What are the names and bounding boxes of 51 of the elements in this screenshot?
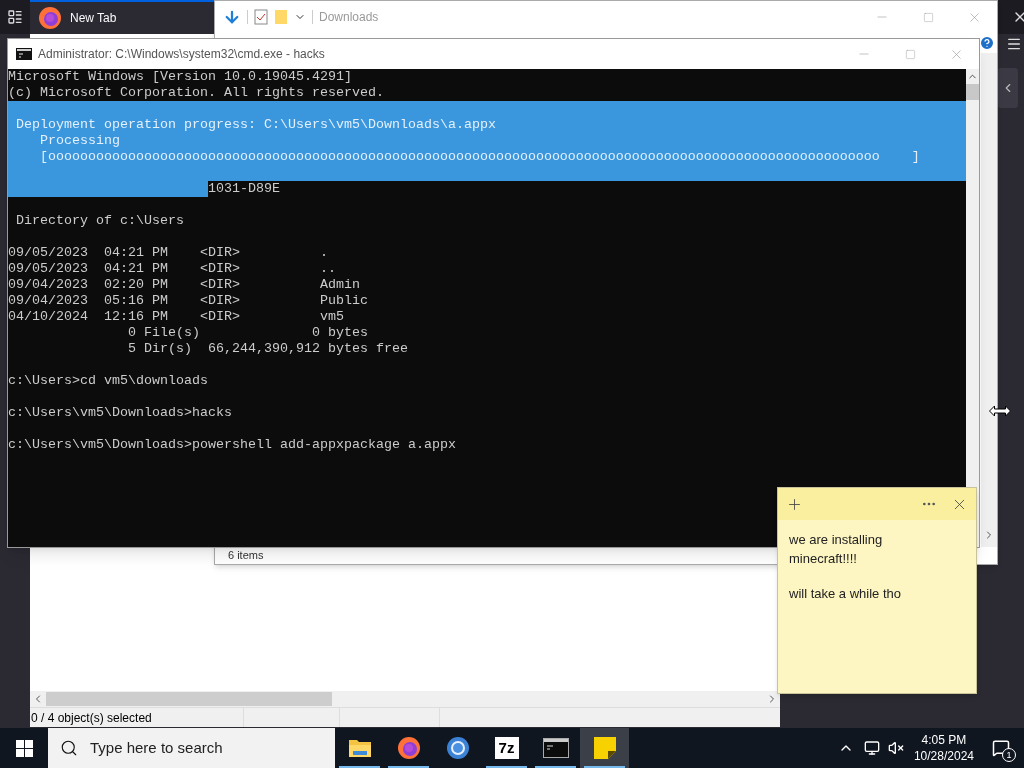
console-line: 09/05/2023 04:21 PM <DIR> .. <box>8 261 337 277</box>
window-title: Administrator: C:\Windows\system32\cmd.exe - hacks <box>38 46 325 63</box>
console-line: 09/04/2023 05:16 PM <DIR> Public <box>8 293 369 309</box>
console-line: 04/10/2024 12:16 PM <DIR> vm5 <box>8 309 345 325</box>
scrollbar-thumb[interactable] <box>966 84 979 100</box>
search-field[interactable]: Type here to search <box>48 728 335 768</box>
terminal-icon <box>542 738 569 758</box>
clock[interactable]: 4:05 PM 10/28/2024 <box>913 732 974 764</box>
firefox-icon <box>396 736 421 760</box>
menu-icon[interactable] <box>1006 36 1022 52</box>
vertical-scrollbar[interactable] <box>981 53 997 547</box>
window-title: Downloads <box>319 9 379 26</box>
sticky-note-icon <box>592 736 617 760</box>
progress-status: Processing <box>39 133 121 149</box>
archiver-icon: 7z <box>494 737 519 759</box>
properties-icon[interactable] <box>254 9 268 25</box>
browser-tab[interactable]: New Tab <box>30 0 214 34</box>
item-count: 6 items <box>228 548 264 564</box>
search-icon <box>60 739 78 757</box>
chrome-icon <box>445 736 470 760</box>
console-line: 09/05/2023 04:21 PM <DIR> . <box>8 245 329 261</box>
console-line: c:\Users>cd vm5\downloads <box>8 373 209 389</box>
console-line: Microsoft Windows [Version 10.0.19045.4291] <box>8 69 353 85</box>
console-line: Directory of c:\Users <box>15 213 185 229</box>
progress-heading: Deployment operation progress: C:\Users\vm5\Downloads\a.appx <box>15 117 497 133</box>
help-icon[interactable] <box>979 35 995 51</box>
console-icon <box>16 48 32 60</box>
console-line: 0 File(s) 0 bytes <box>126 325 369 341</box>
scrollbar-thumb[interactable] <box>46 692 332 706</box>
tab-list-icon[interactable] <box>7 9 23 25</box>
console-line: (c) Microsoft Corporation. All rights reserved. <box>8 85 385 101</box>
folder-icon <box>347 738 372 758</box>
selection-status: 0 / 4 object(s) selected <box>30 708 244 727</box>
message-icon <box>992 739 1010 757</box>
horizontal-scrollbar[interactable] <box>30 691 780 707</box>
console-line: c:\Users\vm5\Downloads>powershell add-appxpackage a.appx <box>8 437 457 453</box>
console-line: 1031-D89E <box>208 181 280 197</box>
volume-muted-icon[interactable] <box>887 740 904 756</box>
note-text[interactable]: will take a while tho <box>789 584 932 603</box>
taskbar-app[interactable]: 7z <box>482 728 531 768</box>
console-line: c:\Users\vm5\Downloads>hacks <box>8 405 233 421</box>
console-line: 5 Dir(s) 66,244,390,912 bytes free <box>126 341 409 357</box>
notification-button[interactable]: 1 <box>986 728 1016 768</box>
firefox-icon <box>38 6 62 30</box>
taskbar-app[interactable] <box>580 728 629 768</box>
windows-logo-icon[interactable] <box>15 739 33 757</box>
download-icon[interactable] <box>223 8 241 26</box>
note-text[interactable]: we are installing minecraft!!!! <box>789 530 932 568</box>
network-icon[interactable] <box>863 740 880 756</box>
console-line: 09/04/2023 02:20 PM <DIR> Admin <box>8 277 361 293</box>
progress-bar-text: [oooooooooooooooooooooooooooooooooooooooooooooooooooooooooooooooooooooooooooooooooooooooooooooooooooooooo ] <box>39 149 921 165</box>
